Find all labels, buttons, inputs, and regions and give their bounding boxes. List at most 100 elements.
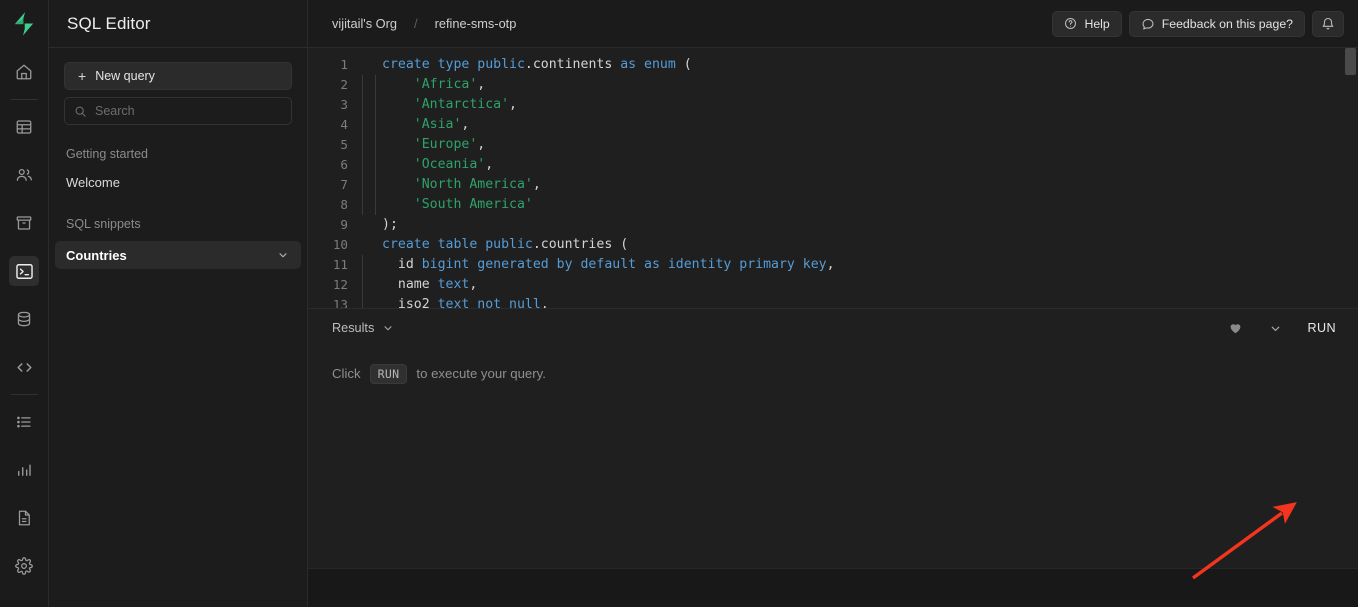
code-token: 'Oceania' [414,157,485,172]
page-title: SQL Editor [67,14,151,34]
code-text[interactable]: id bigint generated by default as identi… [360,255,1358,275]
code-line[interactable]: 2 'Africa', [308,75,1358,95]
sidebar-header: SQL Editor [49,0,307,48]
notifications-button[interactable] [1312,11,1344,37]
settings-gear-icon[interactable] [9,551,39,581]
code-line[interactable]: 7 'North America', [308,175,1358,195]
run-options-chevron-icon[interactable] [1269,322,1282,335]
code-token: 'Antarctica' [414,97,509,112]
results-tab-label: Results [332,321,374,335]
top-bar-actions: Help Feedback on this page? [1052,11,1344,37]
feedback-button[interactable]: Feedback on this page? [1129,11,1305,37]
indent-guide [375,75,376,95]
line-number: 6 [308,155,360,175]
sql-code-editor[interactable]: 1create type public.continents as enum (… [308,48,1358,308]
code-text[interactable]: 'Europe', [360,135,1358,155]
code-token: text not null [438,297,541,308]
line-number: 7 [308,175,360,195]
editor-scrollbar-thumb[interactable] [1345,48,1356,75]
code-text[interactable]: 'Antarctica', [360,95,1358,115]
code-text[interactable]: create type public.continents as enum ( [360,55,1358,75]
line-number: 1 [308,55,360,75]
database-icon[interactable] [9,304,39,334]
code-token: 'Africa' [414,77,478,92]
code-line[interactable]: 13 iso2 text not null, [308,295,1358,308]
code-line[interactable]: 1create type public.continents as enum ( [308,55,1358,75]
code-text[interactable]: 'North America', [360,175,1358,195]
indent-guide [375,115,376,135]
code-text[interactable]: 'Oceania', [360,155,1358,175]
code-text[interactable]: 'South America' [360,195,1358,215]
code-token: , [477,77,485,92]
indent-guide [362,175,363,195]
authentication-users-icon[interactable] [9,160,39,190]
chevron-down-icon[interactable] [277,249,289,261]
code-line[interactable]: 3 'Antarctica', [308,95,1358,115]
heart-icon[interactable] [1228,321,1243,335]
results-message-prefix: Click [332,366,361,381]
code-text[interactable]: 'Asia', [360,115,1358,135]
indent-guide [375,195,376,215]
code-token: id [382,257,422,272]
code-line[interactable]: 10create table public.countries ( [308,235,1358,255]
chevron-down-icon[interactable] [382,322,394,334]
code-line[interactable]: 11 id bigint generated by default as ide… [308,255,1358,275]
code-line[interactable]: 8 'South America' [308,195,1358,215]
editor-scrollbar-track[interactable] [1344,48,1358,308]
code-token: , [477,137,485,152]
code-line[interactable]: 9); [308,215,1358,235]
new-query-button[interactable]: + New query [64,62,292,90]
code-line[interactable]: 6 'Oceania', [308,155,1358,175]
code-token: 'South America' [414,197,533,212]
line-number: 3 [308,95,360,115]
code-text[interactable]: iso2 text not null, [360,295,1358,308]
reports-chart-icon[interactable] [9,455,39,485]
code-line[interactable]: 4 'Asia', [308,115,1358,135]
code-lines[interactable]: 1create type public.continents as enum (… [308,55,1358,308]
indent-guide [375,95,376,115]
api-code-icon[interactable] [9,352,39,382]
sidebar-item-countries[interactable]: Countries [55,241,301,269]
sql-editor-icon[interactable] [9,256,39,286]
feedback-label: Feedback on this page? [1162,17,1293,31]
code-token: public [477,57,525,72]
code-text[interactable]: 'Africa', [360,75,1358,95]
search-input[interactable] [95,104,265,118]
line-number: 12 [308,275,360,295]
code-line[interactable]: 5 'Europe', [308,135,1358,155]
line-number: 13 [308,295,360,308]
supabase-logo[interactable] [0,0,49,48]
sidebar-item-welcome[interactable]: Welcome [64,175,292,190]
logs-list-icon[interactable] [9,407,39,437]
code-text[interactable]: ); [360,215,1358,235]
code-token: as enum [620,57,684,72]
code-text[interactable]: create table public.countries ( [360,235,1358,255]
top-bar: vijitail's Org / refine-sms-otp Help Fee… [308,0,1358,48]
documentation-icon[interactable] [9,503,39,533]
help-button[interactable]: Help [1052,11,1121,37]
sql-editor-sidebar: SQL Editor + New query Getting started W… [49,0,308,607]
code-token [382,137,414,152]
results-empty-message: Click RUN to execute your query. [332,364,546,384]
breadcrumb-org[interactable]: vijitail's Org [332,16,397,31]
code-text[interactable]: name text, [360,275,1358,295]
code-line[interactable]: 12 name text, [308,275,1358,295]
results-toolbar: Results RUN [308,308,1358,348]
indent-guide [362,135,363,155]
code-token: , [485,157,493,172]
results-panel: Click RUN to execute your query. [308,348,1358,607]
code-token [382,157,414,172]
storage-archive-icon[interactable] [9,208,39,238]
code-token: name [382,277,438,292]
code-token [382,77,414,92]
table-editor-icon[interactable] [9,112,39,142]
breadcrumb-separator: / [414,16,418,31]
search-field[interactable] [64,97,292,125]
code-token: , [827,257,835,272]
home-icon[interactable] [9,57,39,87]
breadcrumb-project[interactable]: refine-sms-otp [435,16,517,31]
code-token: bigint generated by default as identity … [422,257,827,272]
run-button[interactable]: RUN [1308,321,1337,335]
results-tab[interactable]: Results [332,321,394,335]
code-token: text [438,277,470,292]
